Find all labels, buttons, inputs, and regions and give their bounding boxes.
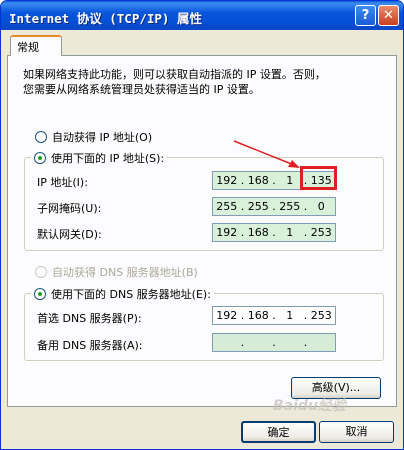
description-line-1: 如果网络支持此功能，则可以获取自动指派的 IP 设置。否则， — [23, 68, 326, 81]
preferred-dns-input[interactable]: 192. 168. 1. 253 — [212, 306, 336, 325]
octet: 168 — [247, 174, 269, 187]
auto-ip-radio[interactable]: 自动获得 IP 地址(O) — [35, 129, 152, 145]
close-icon: ✕ — [383, 8, 394, 23]
ip-address-label: IP 地址(I): — [37, 176, 88, 189]
watermark-text: Baidu经验 — [273, 398, 346, 414]
auto-dns-label: 自动获得 DNS 服务器地址(B) — [52, 266, 198, 279]
default-gateway-input[interactable]: 192. 168. 1. 253 — [212, 223, 336, 242]
radio-disabled-icon — [35, 266, 47, 278]
octet: 168 — [247, 226, 269, 239]
ok-button[interactable]: 确定 — [241, 421, 316, 443]
tab-general-label: 常规 — [17, 41, 39, 54]
description-text: 如果网络支持此功能，则可以获取自动指派的 IP 设置。否则， 您需要从网络系统管… — [23, 67, 383, 97]
manual-ip-radio[interactable]: 使用下面的 IP 地址(S): — [31, 150, 168, 166]
octet: 253 — [310, 226, 332, 239]
help-button[interactable]: ? — [355, 5, 376, 26]
octet: 0 — [317, 200, 325, 213]
default-gateway-label: 默认网关(D): — [37, 228, 102, 241]
tab-general[interactable]: 常规 — [10, 35, 62, 56]
preferred-dns-label: 首选 DNS 服务器(P): — [37, 312, 142, 325]
manual-dns-radio[interactable]: 使用下面的 DNS 服务器地址(E): — [31, 286, 214, 302]
auto-ip-label: 自动获得 IP 地址(O) — [52, 131, 153, 144]
octet: 192 — [216, 309, 238, 322]
dialog-window: Internet 协议 (TCP/IP) 属性 ? ✕ 常规 如果网络支持此功能… — [0, 0, 404, 450]
octet: 192 — [216, 226, 238, 239]
radio-circle-icon — [35, 131, 47, 143]
alternate-dns-input[interactable]: . . . — [212, 333, 336, 352]
highlight-box — [300, 166, 337, 190]
octet: 255 — [216, 200, 238, 213]
subnet-mask-input[interactable]: 255. 255. 255. 0 — [212, 197, 336, 216]
octet: 255 — [279, 200, 301, 213]
radio-checked-icon — [34, 288, 46, 300]
cancel-button[interactable]: 取消 — [319, 421, 394, 443]
dot: . — [272, 336, 276, 349]
octet: 192 — [216, 174, 238, 187]
octet: 1 — [286, 309, 294, 322]
auto-dns-radio[interactable]: 自动获得 DNS 服务器地址(B) — [35, 264, 198, 280]
manual-ip-label: 使用下面的 IP 地址(S): — [51, 152, 165, 165]
description-line-2: 您需要从网络系统管理员处获得适当的 IP 设置。 — [23, 83, 260, 96]
radio-checked-icon — [34, 152, 46, 164]
annotation-arrow-icon — [233, 140, 300, 168]
alternate-dns-label: 备用 DNS 服务器(A): — [37, 339, 143, 352]
help-icon: ? — [361, 8, 370, 23]
dot: . — [303, 336, 308, 349]
close-button[interactable]: ✕ — [378, 5, 399, 26]
octet: 255 — [247, 200, 269, 213]
subnet-mask-label: 子网掩码(U): — [37, 202, 102, 215]
title-bar[interactable]: Internet 协议 (TCP/IP) 属性 ? ✕ — [1, 1, 403, 30]
window-title: Internet 协议 (TCP/IP) 属性 — [9, 11, 202, 26]
manual-dns-label: 使用下面的 DNS 服务器地址(E): — [51, 288, 211, 301]
octet: 1 — [286, 226, 294, 239]
octet: 168 — [247, 309, 269, 322]
dot: . — [240, 336, 245, 349]
octet: 253 — [310, 309, 332, 322]
